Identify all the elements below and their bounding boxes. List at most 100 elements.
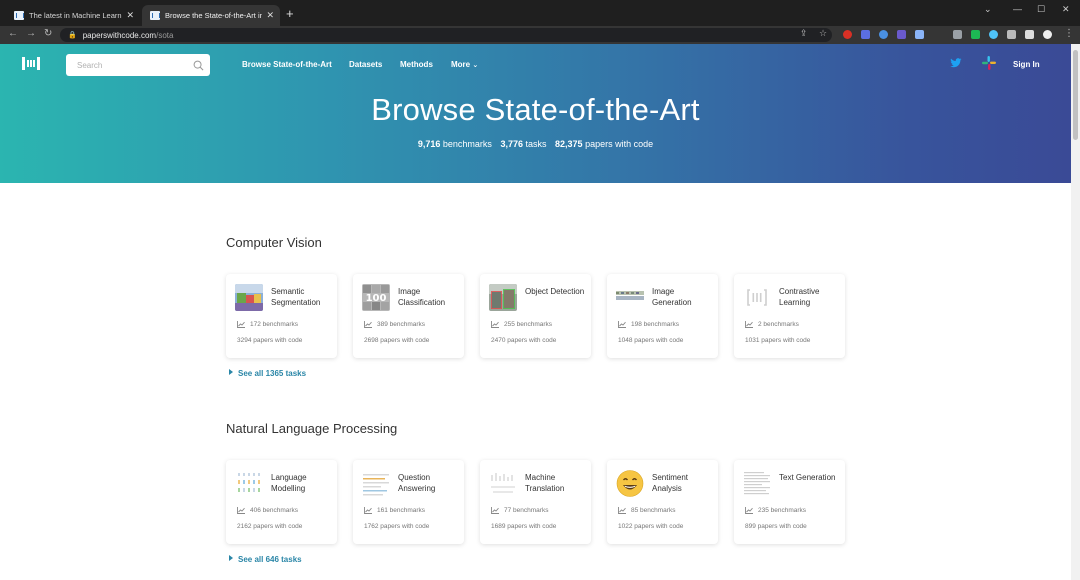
share-icon[interactable]: ⇪ <box>800 28 808 39</box>
browser-toolbar: ← → ↻ 🔒 paperswithcode.com/sota ⇪ ☆ ⋮ <box>0 26 1080 44</box>
task-name: Machine Translation <box>525 473 565 493</box>
browser-tab[interactable]: The latest in Machine Learning ✕ <box>6 5 140 26</box>
task-card[interactable]: Language Modelling 406 benchmarks 2162 p… <box>226 460 337 544</box>
forward-icon[interactable]: → <box>26 28 36 39</box>
search-icon[interactable] <box>193 60 204 71</box>
benchmarks-row: 161 benchmarks <box>364 507 425 514</box>
profile-avatar-icon[interactable] <box>1043 30 1052 39</box>
extension-icon[interactable] <box>861 30 870 39</box>
extension-icon[interactable] <box>897 30 906 39</box>
see-all-cv-tasks-link[interactable]: See all 1365 tasks <box>229 369 306 378</box>
extension-icon[interactable] <box>879 30 888 39</box>
bookmark-star-icon[interactable]: ☆ <box>819 28 827 39</box>
task-name: Text Generation <box>779 473 836 482</box>
browser-tab-active[interactable]: Browse the State-of-the-Art in ✕ <box>142 5 280 26</box>
papers-count: 1689 papers with code <box>491 523 557 530</box>
task-name: Sentiment Analysis <box>652 473 689 493</box>
task-card[interactable]: Semantic Segmentation 172 benchmarks 329… <box>226 274 337 358</box>
task-card[interactable]: Contrastive Learning 2 benchmarks 1031 p… <box>734 274 845 358</box>
papers-count: 1031 papers with code <box>745 337 811 344</box>
papers-count: 2470 papers with code <box>491 337 557 344</box>
task-card[interactable]: Object Detection 255 benchmarks 2470 pap… <box>480 274 591 358</box>
extension-icon[interactable] <box>971 30 980 39</box>
benchmarks-count: 255 benchmarks <box>504 321 553 328</box>
task-card[interactable]: Question Answering 161 benchmarks 1762 p… <box>353 460 464 544</box>
task-card[interactable]: Image Generation 198 benchmarks 1048 pap… <box>607 274 718 358</box>
hero-stats: 9,716 benchmarks 3,776 tasks 82,375 pape… <box>0 139 1071 149</box>
benchmarks-row: 389 benchmarks <box>364 321 425 328</box>
benchmarks-count: 161 benchmarks <box>377 507 426 514</box>
address-bar[interactable]: 🔒 paperswithcode.com/sota <box>60 28 832 42</box>
nav-datasets[interactable]: Datasets <box>349 60 382 69</box>
translation-thumbnail <box>489 470 517 497</box>
chart-line-icon <box>364 321 372 328</box>
language-modelling-thumbnail <box>235 470 263 497</box>
benchmarks-count: 172 benchmarks <box>250 321 299 328</box>
benchmarks-row: 406 benchmarks <box>237 507 298 514</box>
chart-line-icon <box>364 507 372 514</box>
pwc-logo-icon[interactable] <box>22 57 40 70</box>
benchmarks-row: 235 benchmarks <box>745 507 806 514</box>
url-path: /sota <box>156 30 174 40</box>
detection-thumbnail <box>489 284 517 311</box>
tasks-count: 3,776 <box>500 139 523 149</box>
nav-methods[interactable]: Methods <box>400 60 433 69</box>
task-card[interactable]: Sentiment Analysis 85 benchmarks 1022 pa… <box>607 460 718 544</box>
browser-menu-icon[interactable]: ⋮ <box>1064 28 1074 39</box>
svg-text:100: 100 <box>366 293 387 304</box>
sign-in-link[interactable]: Sign In <box>1013 60 1040 69</box>
benchmarks-count: 198 benchmarks <box>631 321 680 328</box>
page-title: Browse State-of-the-Art <box>371 92 700 127</box>
text-document-thumbnail <box>743 470 771 497</box>
lock-icon: 🔒 <box>68 32 77 39</box>
task-name: Object Detection <box>525 287 585 296</box>
papers-count: 1762 papers with code <box>364 523 430 530</box>
nav-browse-sota[interactable]: Browse State-of-the-Art <box>242 60 332 69</box>
tab-search-icon[interactable]: ⌄ <box>984 4 992 15</box>
reload-icon[interactable]: ↻ <box>44 28 52 39</box>
chart-line-icon <box>491 507 499 514</box>
pwc-favicon-icon <box>150 11 160 20</box>
close-tab-icon[interactable]: ✕ <box>266 10 274 21</box>
extension-icon[interactable] <box>843 30 852 39</box>
benchmarks-count: 2 benchmarks <box>758 321 799 328</box>
side-panel-icon[interactable] <box>1025 30 1034 39</box>
task-card[interactable]: Text Generation 235 benchmarks 899 paper… <box>734 460 845 544</box>
close-window-icon[interactable]: ✕ <box>1062 4 1070 15</box>
caret-right-icon <box>229 369 233 375</box>
search-box[interactable] <box>66 54 210 76</box>
benchmarks-row: 77 benchmarks <box>491 507 548 514</box>
extensions-puzzle-icon[interactable] <box>1007 30 1016 39</box>
extension-icon[interactable] <box>953 30 962 39</box>
chart-line-icon <box>618 321 626 328</box>
classification-thumbnail: 100 <box>362 284 390 311</box>
back-icon[interactable]: ← <box>8 28 18 39</box>
extension-icon[interactable] <box>915 30 924 39</box>
chart-line-icon <box>491 321 499 328</box>
new-tab-icon[interactable]: + <box>286 6 294 21</box>
task-name: Image Classification <box>398 287 446 307</box>
slack-icon[interactable] <box>982 56 996 70</box>
task-name: Image Generation <box>652 287 692 307</box>
see-all-nlp-tasks-link[interactable]: See all 646 tasks <box>229 555 302 564</box>
close-tab-icon[interactable]: ✕ <box>126 10 134 21</box>
minimize-icon[interactable]: — <box>1013 4 1022 14</box>
maximize-icon[interactable]: ☐ <box>1037 4 1045 15</box>
task-card[interactable]: Machine Translation 77 benchmarks 1689 p… <box>480 460 591 544</box>
papers-count: 2698 papers with code <box>364 337 430 344</box>
section-title-nlp: Natural Language Processing <box>226 421 398 436</box>
search-input[interactable] <box>77 60 193 70</box>
twitter-icon[interactable] <box>950 58 962 68</box>
benchmarks-count: 406 benchmarks <box>250 507 299 514</box>
task-card[interactable]: 100 Image Classification 389 benchmarks … <box>353 274 464 358</box>
extension-icon[interactable] <box>989 30 998 39</box>
chart-line-icon <box>745 507 753 514</box>
benchmarks-count: 85 benchmarks <box>631 507 676 514</box>
benchmarks-row: 255 benchmarks <box>491 321 552 328</box>
nav-more[interactable]: More ⌄ <box>451 60 478 69</box>
hero-banner: Browse State-of-the-Art Datasets Methods… <box>0 44 1071 183</box>
scrollbar-thumb[interactable] <box>1073 50 1078 140</box>
task-name: Contrastive Learning <box>779 287 820 307</box>
benchmarks-label: benchmarks <box>442 139 492 149</box>
smiley-emoji-thumbnail <box>616 470 644 497</box>
